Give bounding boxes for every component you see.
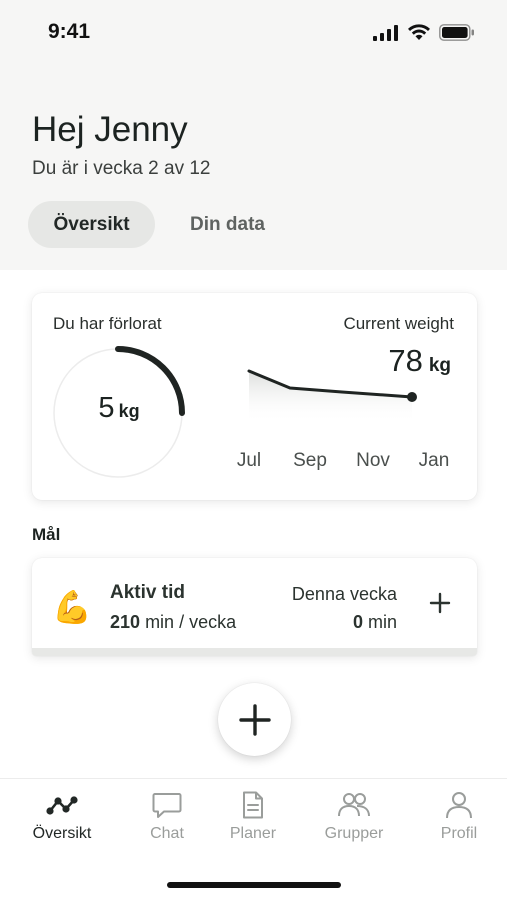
plus-icon [238, 703, 271, 736]
current-weight-unit: kg [428, 355, 451, 376]
greeting-title: Hej Jenny [32, 110, 188, 149]
weight-trend-area [249, 371, 412, 423]
month-label: Jul [236, 450, 262, 471]
weight-card[interactable]: Du har förlorat 5 kg Current weight 78 kg … [32, 293, 477, 500]
nav-label: Chat [150, 825, 184, 842]
goal-title: Aktiv tid [110, 582, 185, 603]
tab-oversikt[interactable]: Översikt [28, 201, 155, 248]
flexed-biceps-icon: 💪 [52, 589, 92, 625]
group-icon [338, 793, 370, 817]
month-label: Jan [418, 450, 450, 471]
goal-week-value: 0 [352, 612, 363, 632]
goal-card-aktiv-tid[interactable]: 💪 Aktiv tid 210 min / vecka Denna vecka … [32, 558, 477, 656]
battery-icon [439, 24, 474, 41]
status-time: 9:41 [48, 20, 91, 43]
nav-item-planer[interactable]: Planer [208, 791, 298, 843]
goal-week-label: Denna vecka [291, 584, 397, 604]
goal-target-unit: min / vecka [145, 612, 237, 632]
document-icon [243, 791, 263, 819]
trend-icon [46, 796, 78, 815]
current-weight-label: Current weight [343, 314, 454, 333]
tab-din-data[interactable]: Din data [165, 201, 290, 248]
nav-label: Grupper [324, 825, 384, 842]
goals-heading: Mål [32, 525, 61, 544]
goal-card-footer [32, 648, 477, 656]
wifi-icon [408, 24, 430, 40]
nav-item-chat[interactable]: Chat [122, 791, 212, 843]
add-goal-button[interactable] [218, 683, 291, 756]
nav-item-grupper[interactable]: Grupper [309, 791, 399, 843]
status-bar: 9:41 [0, 0, 507, 70]
weight-lost-number: 5 [98, 392, 115, 424]
status-icons [373, 24, 475, 41]
nav-item-oversikt[interactable]: Översikt [17, 791, 107, 843]
profile-icon [446, 792, 472, 819]
weight-trend-chart [247, 369, 417, 423]
add-activity-icon[interactable] [429, 592, 451, 614]
weight-lost-label: Du har förlorat [53, 314, 162, 333]
nav-label: Översikt [32, 825, 92, 842]
chat-icon [152, 793, 182, 818]
weight-lost-value: 5 kg [54, 392, 184, 425]
weight-trend-endpoint [407, 392, 417, 402]
nav-label: Profil [440, 825, 478, 842]
program-week-text: Du är i vecka 2 av 12 [32, 158, 211, 179]
nav-item-profil[interactable]: Profil [414, 791, 504, 843]
goal-target: 210 min / vecka [110, 612, 236, 633]
month-label: Sep [293, 450, 327, 471]
weight-lost-unit: kg [118, 401, 140, 421]
goal-week-unit: min [367, 612, 397, 632]
month-label: Nov [356, 450, 390, 471]
home-indicator [167, 882, 341, 888]
nav-label: Planer [229, 825, 277, 842]
goal-target-value: 210 [110, 612, 141, 632]
cellular-signal-icon [373, 24, 398, 41]
goal-week-progress: 0 min [353, 612, 397, 633]
